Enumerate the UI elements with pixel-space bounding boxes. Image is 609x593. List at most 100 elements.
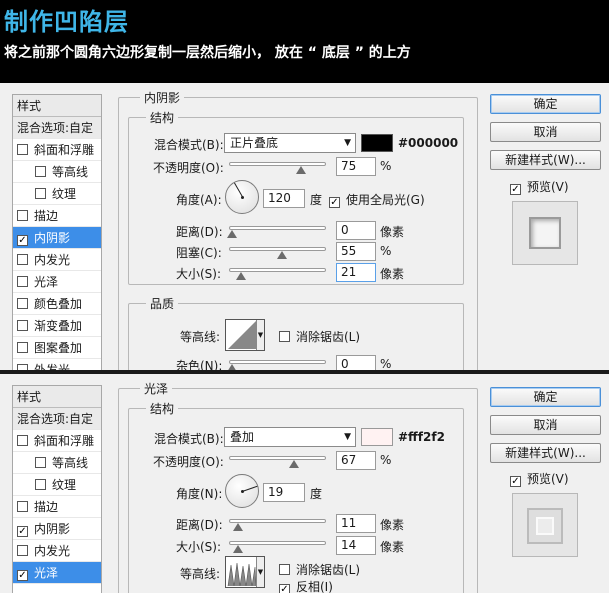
sidebar-item[interactable]: ✓ 内阴影 — [13, 227, 101, 249]
slider-thumb[interactable] — [226, 230, 237, 238]
px-unit: 像素 — [380, 267, 405, 281]
contour-picker[interactable]: ▼ — [225, 319, 265, 351]
checkbox-icon[interactable] — [17, 545, 28, 556]
opacity-input[interactable]: 75 — [336, 157, 376, 176]
contour-picker[interactable]: ▼ — [225, 556, 265, 588]
new-style-button[interactable]: 新建样式(W)... — [490, 150, 601, 170]
blend-mode-select[interactable]: 叠加 ▼ — [224, 427, 356, 447]
new-style-button[interactable]: 新建样式(W)... — [490, 443, 601, 463]
slider-thumb[interactable] — [236, 272, 247, 280]
global-light-checkbox[interactable]: ✓ 使用全局光(G) — [329, 191, 425, 208]
slider-thumb[interactable] — [288, 460, 299, 468]
checkbox-icon[interactable] — [17, 210, 28, 221]
ok-button[interactable]: 确定 — [490, 387, 601, 407]
checkbox-icon[interactable] — [17, 298, 28, 309]
checkbox-icon[interactable]: ✓ — [17, 235, 28, 246]
checkbox-icon[interactable]: ✓ — [17, 526, 28, 537]
sidebar-item[interactable]: 纹理 — [13, 183, 101, 205]
contour-linear-icon — [228, 321, 256, 349]
size-slider[interactable] — [229, 268, 326, 280]
choke-input[interactable]: 55 — [336, 242, 376, 261]
preview-checkbox[interactable]: ✓ 预览(V) — [510, 470, 569, 487]
sidebar-item[interactable]: 斜面和浮雕 — [13, 430, 101, 452]
slider-thumb[interactable] — [232, 523, 243, 531]
checkbox-icon — [279, 564, 290, 575]
cancel-button[interactable]: 取消 — [490, 415, 601, 435]
sidebar-item[interactable]: 等高线 — [13, 452, 101, 474]
checkbox-icon[interactable] — [35, 188, 46, 199]
chevron-down-icon[interactable]: ▼ — [256, 557, 264, 587]
ok-button[interactable]: 确定 — [490, 94, 601, 114]
noise-input[interactable]: 0 — [336, 355, 376, 370]
distance-input[interactable]: 11 — [336, 514, 376, 533]
sidebar-item-label: 等高线 — [52, 165, 89, 179]
sidebar-item[interactable]: 外发光 — [13, 359, 101, 370]
antialias-checkbox[interactable]: 消除锯齿(L) — [279, 561, 360, 578]
sidebar-item[interactable]: 内发光 — [13, 249, 101, 271]
shadow-color-swatch[interactable] — [361, 134, 393, 152]
checkbox-icon[interactable]: ✓ — [17, 570, 28, 581]
percent-unit: % — [380, 159, 392, 173]
opacity-input[interactable]: 67 — [336, 451, 376, 470]
checkbox-icon[interactable] — [35, 457, 46, 468]
checkbox-icon[interactable] — [17, 342, 28, 353]
chevron-down-icon[interactable]: ▼ — [256, 320, 264, 350]
checkbox-icon[interactable] — [17, 254, 28, 265]
sidebar-item[interactable]: 图案叠加 — [13, 337, 101, 359]
checkbox-icon[interactable] — [17, 276, 28, 287]
checkbox-icon[interactable] — [17, 144, 28, 155]
preview-label: 预览(V) — [527, 180, 569, 194]
opacity-slider[interactable] — [229, 456, 326, 468]
preview-checkbox[interactable]: ✓ 预览(V) — [510, 178, 569, 195]
antialias-checkbox[interactable]: 消除锯齿(L) — [279, 328, 360, 345]
sidebar-item[interactable]: 内发光 — [13, 540, 101, 562]
sidebar-item[interactable]: 纹理 — [13, 474, 101, 496]
sidebar-item[interactable]: 混合选项:自定 — [13, 117, 101, 139]
checkbox-icon[interactable] — [17, 435, 28, 446]
blend-mode-value: 叠加 — [230, 430, 255, 444]
distance-slider[interactable] — [226, 226, 326, 238]
size-input[interactable]: 14 — [336, 536, 376, 555]
satin-color-swatch[interactable] — [361, 428, 393, 446]
sidebar-item[interactable]: 描边 — [13, 496, 101, 518]
slider-thumb[interactable] — [277, 251, 288, 259]
sidebar-item[interactable]: ✓ 内阴影 — [13, 518, 101, 540]
sidebar-item[interactable]: 描边 — [13, 205, 101, 227]
checkbox-icon[interactable] — [17, 320, 28, 331]
sidebar-item[interactable]: ✓ 光泽 — [13, 562, 101, 584]
opacity-slider[interactable] — [229, 162, 326, 174]
sidebar-item[interactable]: 颜色叠加 — [13, 293, 101, 315]
layer-style-dialog-satin: 样式 混合选项:自定 斜面和浮雕 等高线 纹理 描边 ✓ 内阴影 内发光 ✓ 光泽 光泽 结构 混合… — [0, 374, 609, 593]
sidebar-item[interactable]: 等高线 — [13, 161, 101, 183]
angle-input[interactable]: 19 — [263, 483, 305, 502]
noise-slider[interactable] — [226, 360, 326, 370]
checkbox-icon[interactable] — [35, 479, 46, 490]
angle-dial[interactable] — [225, 180, 259, 214]
angle-input[interactable]: 120 — [263, 189, 305, 208]
sidebar-item[interactable]: 渐变叠加 — [13, 315, 101, 337]
sidebar-item[interactable]: 斜面和浮雕 — [13, 139, 101, 161]
distance-input[interactable]: 0 — [336, 221, 376, 240]
tutorial-header: 制作凹陷层 将之前那个圆角六边形复制一层然后缩小， 放在 “ 底层 ” 的上方 — [0, 0, 609, 72]
color-hex: #fff2f2 — [398, 430, 445, 444]
slider-thumb[interactable] — [232, 545, 243, 553]
choke-slider[interactable] — [229, 247, 326, 259]
size-input[interactable]: 21 — [336, 263, 376, 282]
sidebar-item-label: 混合选项:自定 — [17, 412, 94, 426]
distance-slider[interactable] — [229, 519, 326, 531]
checkbox-icon[interactable] — [17, 501, 28, 512]
checkbox-icon[interactable] — [35, 166, 46, 177]
sidebar-item-label: 斜面和浮雕 — [34, 143, 95, 157]
style-preview — [512, 201, 578, 265]
slider-thumb[interactable] — [296, 166, 307, 174]
sidebar-item[interactable]: 光泽 — [13, 271, 101, 293]
chevron-down-icon: ▼ — [344, 432, 351, 442]
blend-mode-select[interactable]: 正片叠底 ▼ — [224, 133, 356, 153]
sidebar-item-label: 样式 — [17, 390, 42, 404]
invert-checkbox[interactable]: ✓ 反相(I) — [279, 578, 333, 593]
angle-dial[interactable] — [225, 474, 259, 508]
percent-unit: % — [380, 244, 392, 258]
cancel-button[interactable]: 取消 — [490, 122, 601, 142]
sidebar-item[interactable]: 混合选项:自定 — [13, 408, 101, 430]
size-slider[interactable] — [229, 541, 326, 553]
